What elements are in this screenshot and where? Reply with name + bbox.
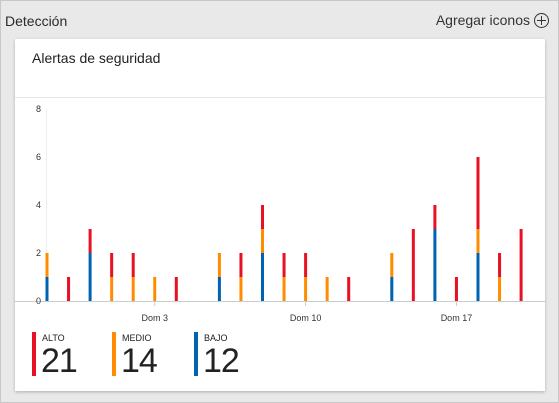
bar-segment-bajo: [217, 277, 221, 301]
bar-segment-bajo: [261, 253, 264, 301]
bar-segment-alto: [110, 253, 114, 277]
add-tiles-label: Agregar iconos: [435, 12, 530, 28]
bar-segment-medio: [498, 277, 502, 301]
bar-segment-alto: [498, 253, 502, 277]
alerts-chart: 0 2 4 6 8 Dom 3 Dom 10 Dom 17: [15, 104, 545, 323]
section-title: Detección: [5, 13, 68, 29]
bar-segment-alto: [433, 205, 437, 229]
bar-segment-medio: [304, 277, 308, 301]
bar-segment-medio: [476, 229, 480, 253]
plus-circle-icon: [534, 12, 549, 28]
bar-segment-alto: [454, 277, 458, 301]
tile-title: Alertas de seguridad: [32, 50, 161, 66]
bar-segment-alto: [347, 277, 351, 301]
y-tick-label: 8: [36, 104, 41, 114]
bar-segment-alto: [476, 157, 480, 229]
legend-swatch-bajo: [194, 332, 198, 376]
bar-segment-bajo: [476, 253, 480, 301]
y-tick-label: 2: [36, 248, 41, 258]
bar-segment-alto: [304, 253, 308, 277]
bar-segment-alto: [411, 229, 415, 301]
bar-segment-medio: [217, 253, 221, 277]
bar-segment-medio: [131, 277, 135, 301]
bar-segment-medio: [390, 253, 394, 277]
bar-segment-medio: [153, 277, 157, 301]
x-tick-label: Dom 3: [141, 313, 168, 323]
bar-segment-alto: [282, 253, 286, 277]
legend-swatch-alto: [32, 332, 36, 376]
add-tiles-button[interactable]: Agregar iconos: [436, 12, 549, 28]
x-tick-label: Dom 10: [290, 313, 322, 323]
bar-segment-alto: [88, 229, 92, 253]
bar-segment-alto: [174, 277, 178, 301]
legend-value-bajo: 12: [203, 342, 240, 380]
bar-segment-bajo: [390, 277, 394, 301]
y-tick-label: 0: [36, 296, 41, 306]
bar-segment-medio: [261, 229, 264, 253]
bar-segment-alto: [519, 229, 523, 301]
security-alerts-tile[interactable]: Alertas de seguridad 0 2 4 6 8 Dom 3 Dom 10 Dom…: [15, 39, 545, 391]
bar-segment-bajo: [433, 229, 437, 301]
y-tick-label: 4: [36, 200, 41, 210]
legend-value-medio: 14: [121, 342, 158, 380]
bar-segment-medio: [110, 277, 114, 301]
bar-segment-alto: [67, 277, 71, 301]
bar-segment-bajo: [88, 253, 92, 301]
bar-segment-alto: [239, 253, 243, 277]
bar-segment-alto: [261, 205, 264, 229]
bar-segment-medio: [282, 277, 286, 301]
bar-segment-medio: [45, 253, 49, 277]
x-tick-label: Dom 17: [441, 313, 473, 323]
legend-swatch-medio: [112, 332, 116, 376]
bar-segment-bajo: [45, 277, 49, 301]
severity-legend: ALTO 21 MEDIO 14 BAJO 12: [15, 329, 545, 381]
bar-segment-medio: [325, 277, 329, 301]
bar-segment-alto: [131, 253, 135, 277]
y-tick-label: 6: [36, 152, 41, 162]
bar-segment-medio: [239, 277, 243, 301]
legend-value-alto: 21: [41, 342, 78, 380]
detection-panel: Detección Agregar iconos Alertas de segu…: [0, 0, 559, 403]
